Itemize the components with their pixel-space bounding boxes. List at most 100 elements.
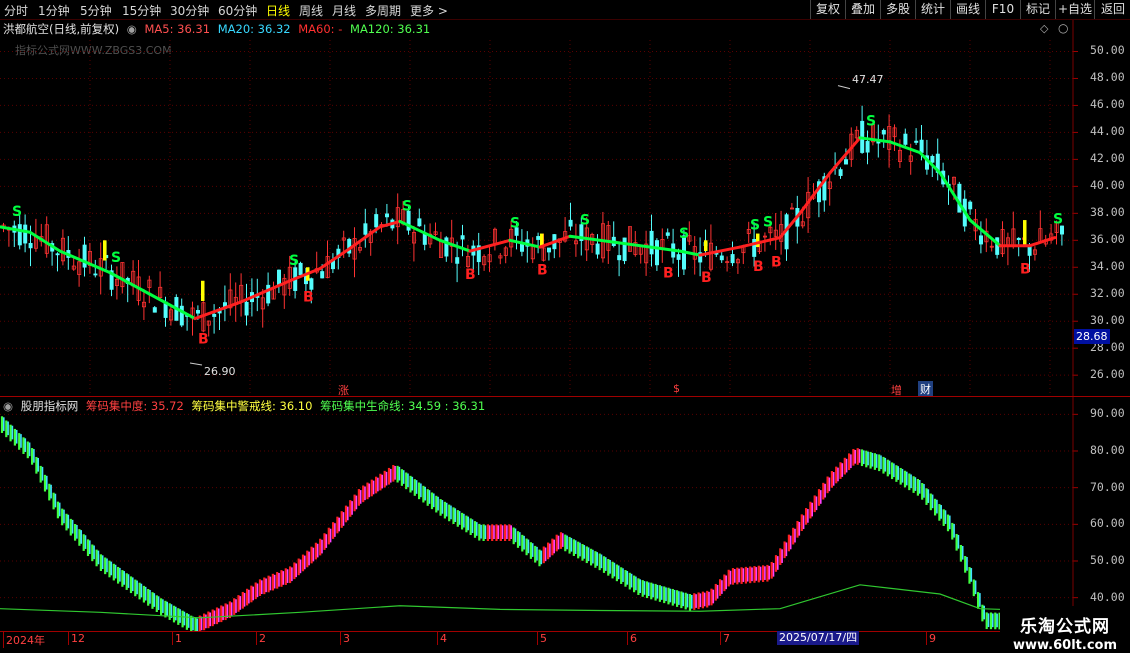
statistics-button[interactable]: 统计: [915, 0, 950, 19]
candle-body: [309, 278, 314, 290]
period-multi[interactable]: 多周期: [365, 2, 401, 19]
period-toolbar: 分时 1分钟 5分钟 15分钟 30分钟 60分钟 日线 周线 月线 多周期 更…: [0, 0, 1130, 20]
buy-signal: B: [465, 267, 476, 283]
indicator-tick-label: 60.00: [1090, 516, 1125, 531]
candle-body: [676, 254, 681, 260]
draw-line-button[interactable]: 画线: [950, 0, 985, 19]
price-tick-label: 32.00: [1090, 286, 1125, 301]
back-button[interactable]: 返回: [1094, 0, 1130, 19]
date-axis-line: [0, 631, 1130, 632]
indicator-tick-label: 40.00: [1090, 589, 1125, 604]
ma-segment: [828, 136, 862, 175]
candle-body: [903, 133, 908, 145]
high-price-label: 47.47: [852, 73, 884, 86]
period-1min[interactable]: 1分钟: [38, 2, 70, 19]
price-tick-label: 36.00: [1090, 232, 1125, 247]
indicator-tick-label: 80.00: [1090, 443, 1125, 457]
date-label: 9: [926, 632, 936, 645]
candle-body: [568, 219, 573, 227]
overlay-button[interactable]: 叠加: [845, 0, 880, 19]
candle-body: [979, 235, 984, 245]
price-tick-label: 38.00: [1090, 205, 1125, 220]
buy-signal: B: [753, 259, 764, 275]
high-marker: [837, 85, 851, 90]
period-15min[interactable]: 15分钟: [122, 2, 161, 19]
candle-body: [363, 223, 368, 235]
date-label: 2024年: [3, 632, 45, 648]
ma-segment: [108, 271, 152, 296]
price-tick-label: 46.00: [1090, 97, 1125, 112]
candle-body: [384, 213, 389, 218]
sell-signal: S: [1053, 212, 1063, 228]
indicator-tick-label: 90.00: [1090, 406, 1125, 421]
date-label: 6: [627, 632, 637, 645]
highlight-candle: [201, 280, 205, 301]
price-tick-label: 34.00: [1090, 259, 1125, 274]
period-60min[interactable]: 60分钟: [218, 2, 257, 19]
candle-body: [417, 218, 422, 227]
price-tick-label: 26.00: [1090, 367, 1125, 382]
period-30min[interactable]: 30分钟: [170, 2, 209, 19]
mark-button[interactable]: 标记: [1020, 0, 1055, 19]
highlight-candle: [103, 240, 107, 261]
buy-signal: B: [663, 265, 674, 281]
candle-body: [374, 214, 379, 228]
candle-body: [622, 237, 627, 262]
price-tick-label: 44.00: [1090, 124, 1125, 139]
add-watchlist-button[interactable]: +自选: [1055, 0, 1094, 19]
price-tick-label: 30.00: [1090, 313, 1125, 328]
highlight-candle: [704, 240, 708, 252]
buy-signal: B: [198, 332, 209, 348]
period-more[interactable]: 更多 >: [410, 2, 448, 19]
candle-body: [444, 237, 449, 257]
ma-segment: [508, 238, 542, 249]
candle-body: [957, 183, 962, 213]
sell-signal: S: [763, 214, 773, 230]
candle-body: [536, 236, 541, 240]
candle-body: [82, 244, 87, 268]
event-dollar[interactable]: $: [673, 382, 680, 395]
sell-signal: S: [402, 199, 412, 215]
sell-signal: S: [12, 204, 22, 220]
period-day[interactable]: 日线: [266, 2, 290, 19]
cursor-date-tag: 2025/07/17/四: [777, 631, 860, 645]
candle-body: [914, 140, 919, 143]
f10-button[interactable]: F10: [985, 0, 1020, 19]
low-price-label: 26.90: [204, 365, 236, 378]
site-logo: 乐淘公式网 www.60lt.com: [1000, 606, 1130, 653]
logo-url: www.60lt.com: [1012, 638, 1118, 653]
period-5min[interactable]: 5分钟: [80, 2, 112, 19]
date-label: 7: [720, 632, 730, 645]
low-marker: [189, 362, 203, 366]
date-label: 4: [437, 632, 447, 645]
candle-body: [212, 313, 217, 317]
candle-body: [617, 255, 622, 261]
candle-body: [655, 240, 660, 266]
candle-body: [244, 301, 249, 316]
period-fenshi[interactable]: 分时: [4, 2, 28, 19]
candle-body: [195, 310, 200, 314]
period-week[interactable]: 周线: [299, 2, 323, 19]
date-label: 2: [256, 632, 266, 645]
candle-body: [17, 224, 22, 246]
sell-signal: S: [580, 212, 590, 228]
multi-stock-button[interactable]: 多股: [880, 0, 915, 19]
candle-body: [298, 262, 303, 276]
restore-rights-button[interactable]: 复权: [810, 0, 845, 19]
candle-body: [455, 257, 460, 264]
candle-body: [930, 155, 935, 163]
candle-body: [865, 141, 870, 153]
event-cai[interactable]: 财: [918, 381, 933, 397]
buy-signal: B: [303, 289, 314, 305]
current-price-tag: 28.68: [1074, 329, 1110, 344]
candle-body: [460, 235, 465, 240]
date-label: 12: [68, 632, 85, 645]
price-chart[interactable]: BBB B B BB B BSS SSS SSS SSS: [0, 20, 1130, 396]
sell-signal: S: [679, 226, 689, 242]
candle-body: [266, 284, 271, 304]
indicator-chart[interactable]: [0, 397, 1130, 631]
candle-body: [520, 243, 525, 252]
period-month[interactable]: 月线: [332, 2, 356, 19]
candle-body: [93, 273, 98, 276]
candle-body: [23, 224, 28, 244]
